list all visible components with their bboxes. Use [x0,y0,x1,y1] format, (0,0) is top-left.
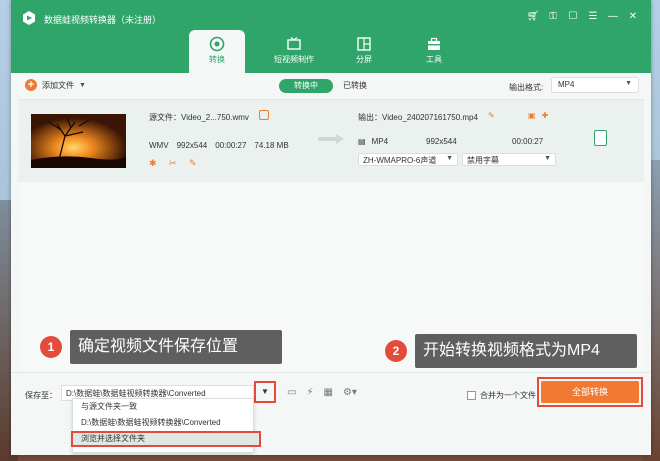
tab-convert-label: 转换 [209,55,225,64]
source-duration: 00:00:27 [215,141,247,150]
tab-tools[interactable]: 工具 [399,30,469,73]
annotation-text-2: 开始转换视频格式为MP4 [415,334,637,368]
merge-label: 合并为一个文件 [480,391,536,400]
add-file-button[interactable]: + 添加文件 ▼ [25,79,86,91]
annotation-number-2: 2 [385,340,407,362]
tab-split-screen-label: 分屏 [356,55,372,64]
merge-checkbox[interactable]: 合并为一个文件 [467,390,536,401]
window-controls: 🛒︎ ⚿ ☐ ☰ — ✕ [525,10,641,24]
chevron-down-icon: ▼ [446,155,453,162]
plus-icon: + [25,79,37,91]
title-bar: 数据蛙视频转换器（未注册） 🛒︎ ⚿ ☐ ☰ — ✕ 转换 短视频制作 分屏 工… [11,0,651,73]
split-screen-icon [357,37,371,51]
chat-icon[interactable]: ☐ [565,10,581,24]
save-path-dropdown-button[interactable]: ▼ [254,381,276,403]
info-icon[interactable]: ▣ [528,111,536,120]
video-thumbnail[interactable] [31,114,126,168]
tab-convert[interactable]: 转换 [189,30,245,73]
chevron-down-icon: ▼ [79,81,86,89]
source-format: WMV [149,141,169,150]
status-segment: 转换中 已转换 [279,79,377,93]
tab-converting[interactable]: 转换中 [279,79,333,93]
app-logo-icon [23,11,35,25]
chevron-down-icon: ▼ [625,80,632,87]
output-format-label: 输出格式: [509,83,544,92]
rename-icon[interactable] [259,110,269,120]
film-icon: ▤ [358,137,366,146]
output-duration: 00:00:27 [512,137,544,146]
source-size: 74.18 MB [254,141,289,150]
pencil-icon[interactable]: ✎ [488,111,495,120]
output-format: MP4 [371,137,389,146]
tab-short-video-label: 短视频制作 [274,55,314,64]
edit-icon[interactable]: ✎ [189,158,199,168]
settings-icon[interactable]: ⚙▾ [343,387,357,398]
tab-short-video[interactable]: 短视频制作 [259,30,329,73]
subtitle-value: 禁用字幕 [467,156,499,165]
file-list: 源文件：Video_2...750.wmv WMV 992x544 00:00:… [18,99,644,369]
cart-icon[interactable]: 🛒︎ [525,10,541,24]
menu-item-default-path[interactable]: D:\数据蛙\数据蛙视频转换器\Converted [73,415,253,431]
annotation-text-1: 确定视频文件保存位置 [70,330,282,364]
output-format-info: ▤ MP4 [358,137,388,146]
tab-tools-label: 工具 [426,55,442,64]
folder-icon[interactable]: ▭ [287,387,296,398]
minimize-icon[interactable]: — [605,10,621,24]
format-file-icon[interactable] [594,130,607,146]
source-file-name: 源文件：Video_2...750.wmv [149,113,249,122]
source-meta: WMV 992x544 00:00:27 74.18 MB [149,141,289,150]
audio-track-value: ZH-WMAPRO-6声道 [363,156,437,165]
output-icons: ▣ ✚ [528,111,548,120]
source-tools: ✱ ✂ ✎ [149,158,199,168]
subtitle-select[interactable]: 禁用字幕 ▼ [462,153,556,166]
main-tabs: 转换 短视频制作 分屏 工具 [189,30,469,73]
checkbox-icon [467,391,476,400]
menu-item-same-as-source[interactable]: 与源文件夹一致 [73,399,253,415]
output-resolution: 992x544 [426,137,457,146]
tv-icon [287,37,301,50]
arrow-right-icon [318,134,344,144]
hardware-accel-icon[interactable]: ⚡ [306,387,313,398]
output-format-select[interactable]: MP4 ▼ [551,77,639,93]
add-file-label: 添加文件 [42,80,74,90]
close-icon[interactable]: ✕ [625,10,641,24]
convert-toolbar: + 添加文件 ▼ 转换中 已转换 输出格式: MP4 ▼ [11,73,651,99]
save-to-label: 保存至： [25,391,57,400]
tab-split-screen[interactable]: 分屏 [329,30,399,73]
menu-icon[interactable]: ☰ [585,10,601,24]
convert-all-button[interactable]: 全部转换 [541,381,639,403]
chevron-down-icon: ▼ [544,155,551,162]
toolbox-icon [428,37,440,50]
save-path-menu: 与源文件夹一致 D:\数据蛙\数据蛙视频转换器\Converted 浏览并选择文… [71,398,261,453]
gpu-icon[interactable]: ▦ [323,387,332,398]
cut-icon[interactable]: ✂ [169,158,179,168]
output-file-name: 输出：Video_240207161750.mp4 [358,113,478,122]
annotation-number-1: 1 [40,336,62,358]
compress-icon[interactable]: ✚ [542,111,549,120]
convert-icon [209,36,225,52]
audio-track-select[interactable]: ZH-WMAPRO-6声道 ▼ [358,153,458,166]
menu-item-browse-folder[interactable]: 浏览并选择文件夹 [71,431,261,447]
tab-converted[interactable]: 已转换 [333,79,377,93]
file-row[interactable]: 源文件：Video_2...750.wmv WMV 992x544 00:00:… [18,100,644,182]
app-title: 数据蛙视频转换器（未注册） [44,15,162,25]
output-format-value: MP4 [558,80,575,89]
app-window: 数据蛙视频转换器（未注册） 🛒︎ ⚿ ☐ ☰ — ✕ 转换 短视频制作 分屏 工… [11,0,651,455]
source-resolution: 992x544 [176,141,208,150]
bottom-tools: ▭ ⚡ ▦ ⚙▾ [287,387,357,398]
key-icon[interactable]: ⚿ [545,10,561,24]
effects-icon[interactable]: ✱ [149,158,159,168]
